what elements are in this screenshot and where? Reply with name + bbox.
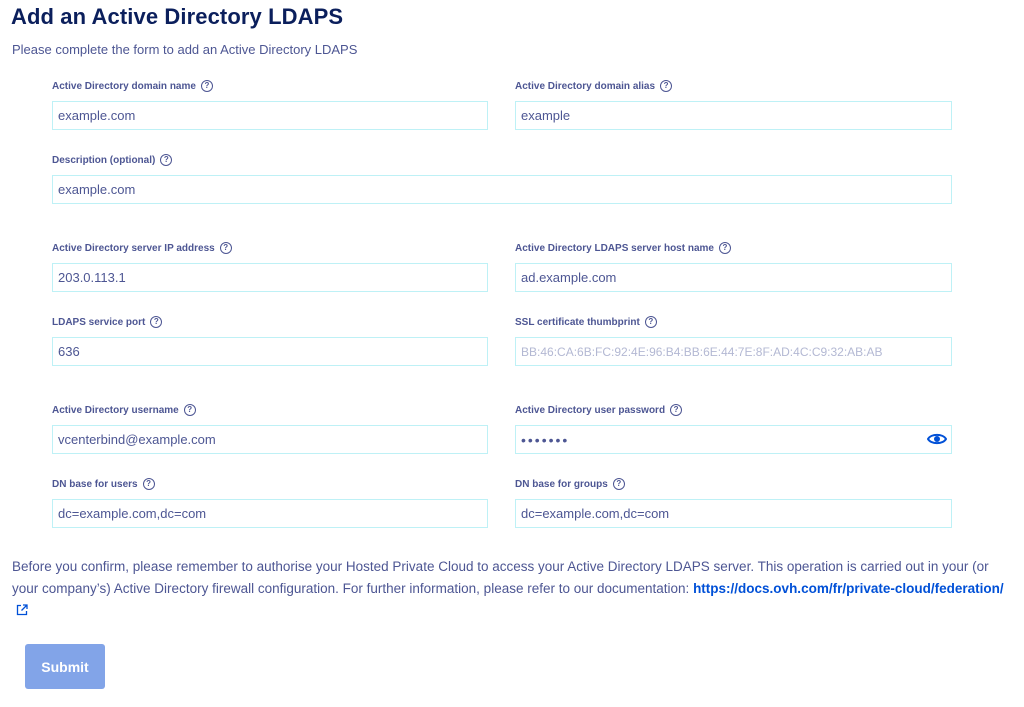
description-field: Description (optional)? [52,153,952,205]
help-icon[interactable]: ? [150,316,163,328]
submit-button[interactable]: Submit [25,644,105,689]
help-icon[interactable]: ? [200,80,213,92]
thumbprint-field: SSL certificate thumbprint? [515,315,952,367]
server-host-label: Active Directory LDAPS server host name? [515,241,952,255]
domain-name-input[interactable] [52,101,488,130]
password-input[interactable] [515,425,952,454]
server-ip-field: Active Directory server IP address? [52,241,488,293]
thumbprint-label: SSL certificate thumbprint? [515,315,952,329]
eye-icon[interactable] [927,432,947,446]
description-label: Description (optional)? [52,153,952,167]
help-icon[interactable]: ? [670,404,683,416]
help-icon[interactable]: ? [660,80,673,92]
username-input[interactable] [52,425,488,454]
domain-alias-input[interactable] [515,101,952,130]
help-icon[interactable]: ? [219,242,232,254]
dn-groups-input[interactable] [515,499,952,528]
help-icon[interactable]: ? [644,316,657,328]
server-host-input[interactable] [515,263,952,292]
thumbprint-input[interactable] [515,337,952,366]
port-field: LDAPS service port? [52,315,488,367]
password-field: Active Directory user password? [515,403,952,455]
description-input[interactable] [52,175,952,204]
dn-users-field: DN base for users? [52,477,488,529]
page-subtitle: Please complete the form to add an Activ… [12,42,358,57]
help-icon[interactable]: ? [612,478,625,490]
domain-name-label: Active Directory domain name? [52,79,488,93]
server-host-field: Active Directory LDAPS server host name? [515,241,952,293]
server-ip-label: Active Directory server IP address? [52,241,488,255]
dn-users-input[interactable] [52,499,488,528]
firewall-info-text: Before you confirm, please remember to a… [12,556,1007,622]
domain-name-field: Active Directory domain name? [52,79,488,131]
external-link-icon [16,604,28,616]
username-field: Active Directory username? [52,403,488,455]
username-label: Active Directory username? [52,403,488,417]
dn-users-label: DN base for users? [52,477,488,491]
dn-groups-field: DN base for groups? [515,477,952,529]
page-title: Add an Active Directory LDAPS [11,4,344,29]
dn-groups-label: DN base for groups? [515,477,952,491]
help-icon[interactable]: ? [160,154,173,166]
password-label: Active Directory user password? [515,403,952,417]
help-icon[interactable]: ? [183,404,196,416]
server-ip-input[interactable] [52,263,488,292]
domain-alias-field: Active Directory domain alias? [515,79,952,131]
help-icon[interactable]: ? [718,242,731,254]
port-label: LDAPS service port? [52,315,488,329]
domain-alias-label: Active Directory domain alias? [515,79,952,93]
port-input[interactable] [52,337,488,366]
help-icon[interactable]: ? [142,478,155,490]
